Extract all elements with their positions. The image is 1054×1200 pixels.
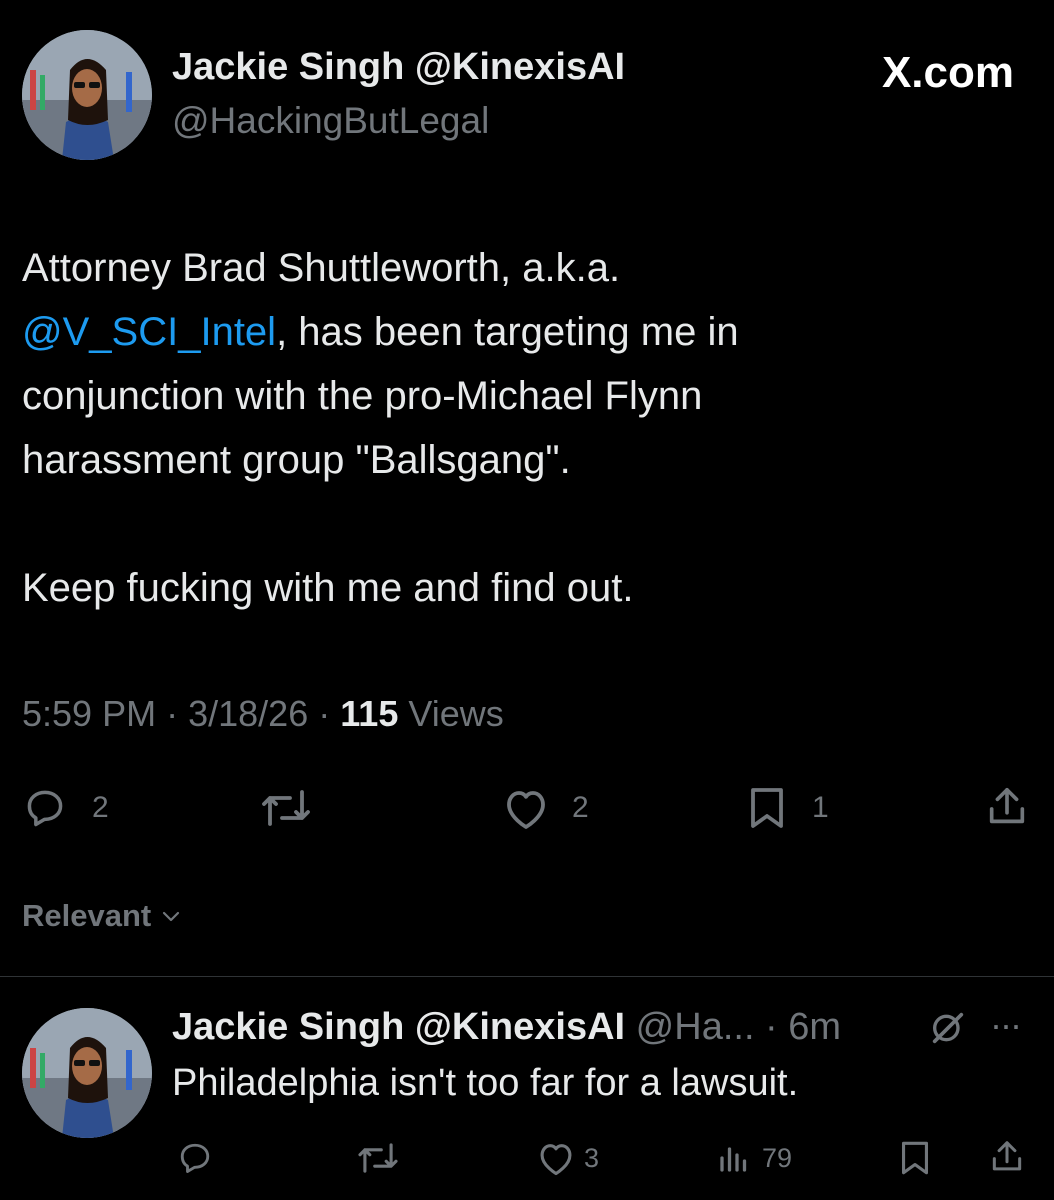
like-icon xyxy=(536,1140,576,1176)
like-icon xyxy=(502,786,550,830)
reply-reply-button[interactable] xyxy=(176,1140,214,1176)
reply-share-button[interactable] xyxy=(988,1138,1026,1176)
body-line-1: Attorney Brad Shuttleworth, a.k.a. xyxy=(22,246,621,290)
post-date[interactable]: 3/18/26 xyxy=(188,693,308,734)
reply-button[interactable]: 2 xyxy=(22,786,109,830)
more-icon[interactable]: ··· xyxy=(990,1004,1022,1046)
repost-icon xyxy=(258,786,314,830)
reply-text: Philadelphia isn't too far for a lawsuit… xyxy=(172,1062,799,1104)
author-handle[interactable]: @HackingButLegal xyxy=(172,100,489,142)
bookmark-icon xyxy=(746,786,788,830)
avatar[interactable] xyxy=(22,30,152,160)
grok-icon[interactable] xyxy=(928,1008,968,1048)
reply-author-name[interactable]: Jackie Singh @KinexisAI xyxy=(172,1006,625,1048)
post-time[interactable]: 5:59 PM xyxy=(22,693,156,734)
avatar[interactable] xyxy=(22,1008,152,1138)
reply-repost-button[interactable] xyxy=(356,1140,400,1176)
body-line-3: conjunction with the pro-Michael Flynn xyxy=(22,374,703,418)
reply-icon xyxy=(22,786,68,830)
repost-button[interactable] xyxy=(258,786,314,830)
post-meta: 5:59 PM · 3/18/26 · 115 Views xyxy=(22,693,504,735)
site-label: X.com xyxy=(881,48,1014,97)
like-count: 2 xyxy=(572,791,589,824)
reply-bookmark-button[interactable] xyxy=(898,1140,932,1176)
sort-label: Relevant xyxy=(22,898,152,933)
reply-icon xyxy=(176,1140,214,1176)
reply-views-count: 79 xyxy=(762,1142,793,1173)
reply-views-button[interactable]: 79 xyxy=(716,1140,792,1176)
chevron-down-icon xyxy=(159,904,183,928)
author-name[interactable]: Jackie Singh @KinexisAI xyxy=(172,46,625,89)
share-icon xyxy=(988,1138,1026,1176)
meta-separator: · xyxy=(318,693,331,734)
bookmark-button[interactable]: 1 xyxy=(746,786,829,830)
sort-dropdown[interactable]: Relevant xyxy=(22,898,183,934)
reply-like-button[interactable]: 3 xyxy=(536,1140,599,1176)
share-button[interactable] xyxy=(984,784,1030,830)
divider xyxy=(0,976,1054,977)
bookmark-count: 1 xyxy=(812,791,829,824)
post-body: Attorney Brad Shuttleworth, a.k.a. @V_SC… xyxy=(22,236,1032,620)
share-icon xyxy=(984,784,1030,830)
reply-handle-time[interactable]: @Ha... · 6m xyxy=(636,1006,841,1048)
views-icon xyxy=(716,1140,752,1176)
meta-separator: · xyxy=(166,693,179,734)
body-line-4: harassment group "Ballsgang". xyxy=(22,438,571,482)
reply-like-count: 3 xyxy=(584,1142,600,1173)
body-line-2: @V_SCI_Intel, has been targeting me in xyxy=(22,300,1032,364)
bookmark-icon xyxy=(898,1140,932,1176)
repost-icon xyxy=(356,1140,400,1176)
mention-link[interactable]: @V_SCI_Intel xyxy=(22,310,276,354)
reply-header: Jackie Singh @KinexisAI @Ha... · 6m xyxy=(172,1006,841,1049)
like-button[interactable]: 2 xyxy=(502,786,589,830)
views-label: Views xyxy=(408,693,504,734)
body-line-5: Keep fucking with me and find out. xyxy=(22,566,634,610)
views-count: 115 xyxy=(340,693,399,734)
body-line-2-rest: , has been targeting me in xyxy=(276,310,739,354)
reply-count: 2 xyxy=(92,791,109,824)
